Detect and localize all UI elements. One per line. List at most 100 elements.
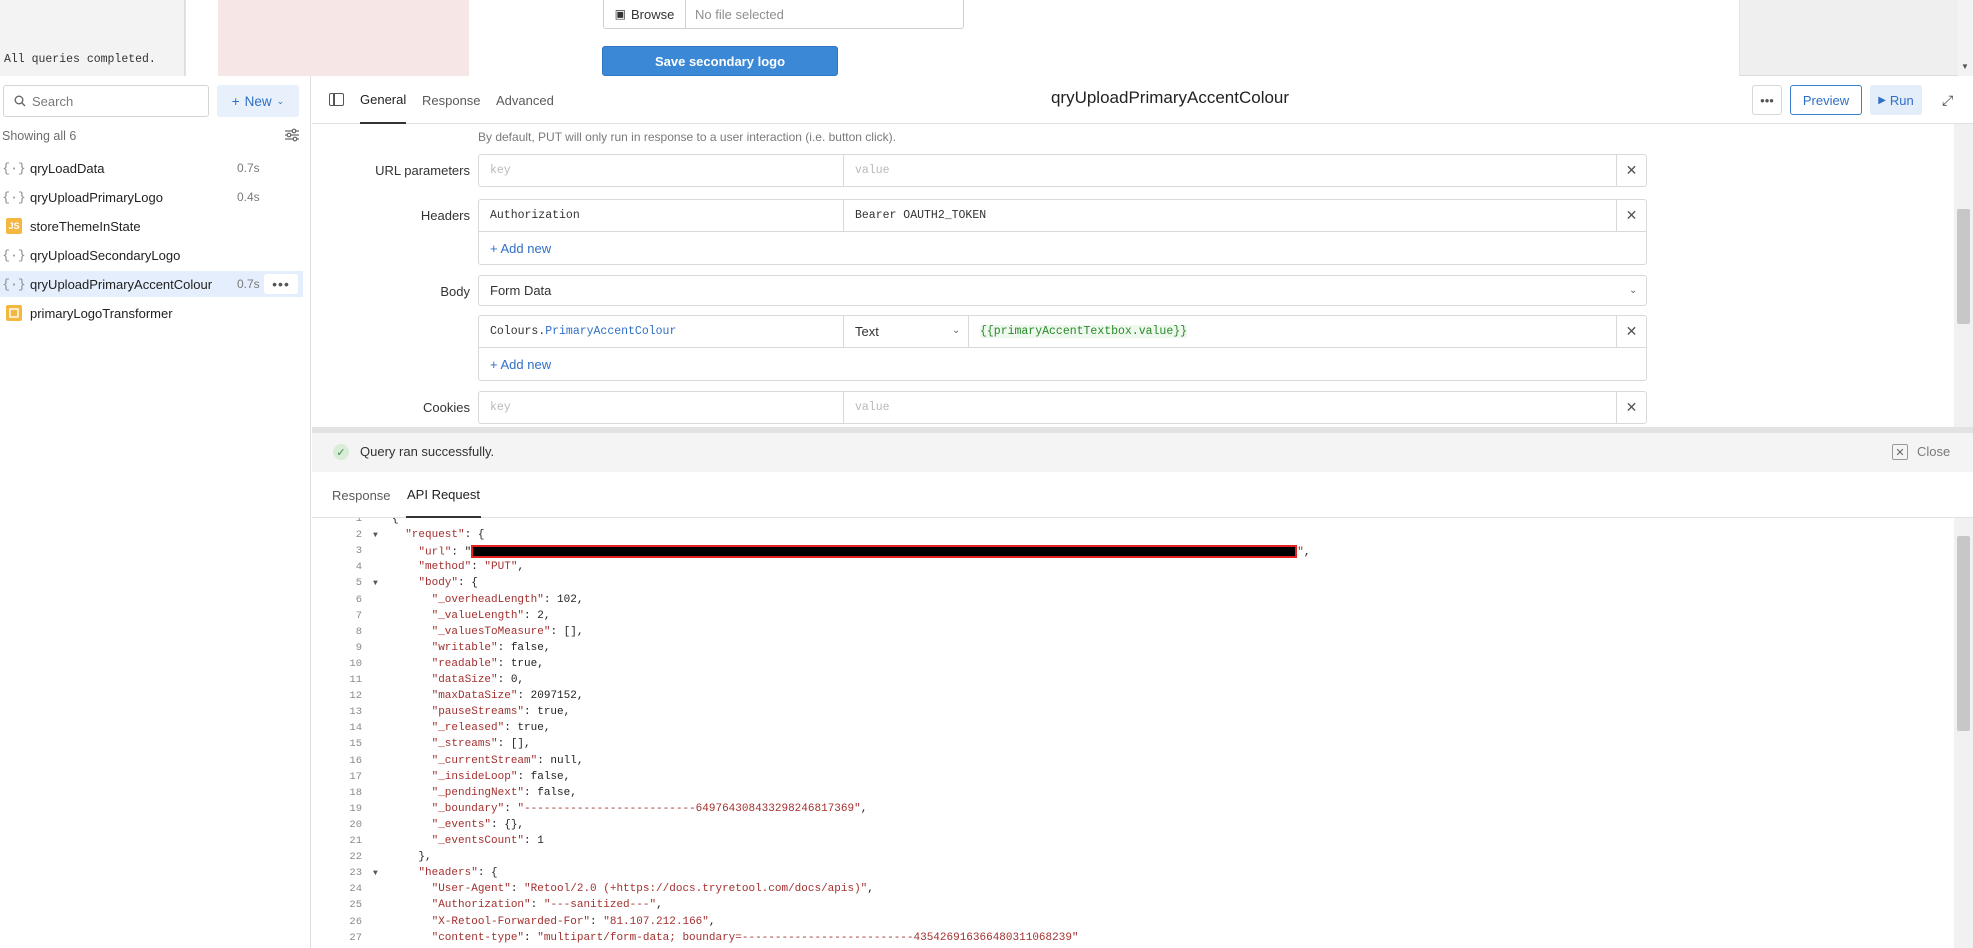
line-number: 17	[349, 770, 362, 783]
header-value-input[interactable]: Bearer OAUTH2_TOKEN	[844, 200, 1614, 231]
query-item-selected[interactable]: {·} qryUploadPrimaryAccentColour 0.7s ••…	[0, 271, 303, 297]
url-param-value-input[interactable]: value	[844, 155, 1614, 186]
browse-icon: ▣	[614, 7, 626, 21]
plus-icon: +	[231, 93, 240, 109]
remove-form-field-button[interactable]: ✕	[1616, 316, 1646, 347]
new-query-button[interactable]: + New ⌄	[217, 85, 299, 117]
line-number: 23	[349, 867, 362, 880]
form-key-input[interactable]: Colours. PrimaryAccentColour	[479, 316, 843, 347]
url-param-key-input[interactable]: key	[479, 155, 843, 186]
query-item[interactable]: {·} qryLoadData 0.7s	[0, 155, 303, 181]
search-input[interactable]: Search	[3, 85, 209, 117]
query-time: 0.4s	[237, 190, 260, 204]
fold-toggle-icon[interactable]: ▼	[373, 531, 378, 540]
line-number: 9	[355, 641, 362, 654]
form-key-suffix: PrimaryAccentColour	[545, 325, 677, 338]
cookie-value-input[interactable]: value	[844, 392, 1614, 423]
query-name: qryLoadData	[30, 160, 105, 176]
expand-icon[interactable]: ⤢	[1942, 92, 1958, 108]
line-number: 1	[355, 518, 362, 525]
run-button[interactable]: ▶ Run	[1870, 85, 1922, 115]
preview-button[interactable]: Preview	[1790, 85, 1862, 115]
add-header-button[interactable]: + Add new	[490, 241, 551, 256]
code-scroll-thumb[interactable]	[1957, 536, 1970, 731]
code-line: "_currentStream": null,	[431, 754, 584, 767]
code-line: "_eventsCount": 1	[431, 835, 544, 847]
save-secondary-logo-button[interactable]: Save secondary logo	[602, 46, 838, 76]
api-icon: {·}	[2, 189, 26, 205]
toggle-panel-icon[interactable]	[329, 93, 344, 106]
code-line: "_valueLength": 2,	[431, 609, 551, 622]
tab-general[interactable]: General	[360, 76, 407, 124]
showing-count: Showing all 6	[2, 129, 77, 143]
line-number: 25	[349, 899, 362, 912]
query-title[interactable]: qryUploadPrimaryAccentColour	[1020, 88, 1320, 108]
form-value-type: Text	[855, 324, 879, 339]
header-key-input[interactable]: Authorization	[479, 200, 843, 231]
line-number: 10	[349, 657, 362, 670]
query-more-button[interactable]: •••	[264, 274, 298, 294]
query-name: qryUploadPrimaryLogo	[30, 189, 163, 205]
fold-toggle-icon[interactable]: ▼	[373, 869, 378, 878]
code-line: "body": {	[418, 577, 478, 590]
code-line: {	[392, 518, 399, 525]
query-item[interactable]: {·} qryUploadSecondaryLogo	[0, 242, 303, 268]
fold-toggle-icon[interactable]: ▼	[373, 579, 378, 588]
code-line: "_insideLoop": false,	[431, 770, 571, 783]
line-number: 21	[349, 835, 362, 847]
form-value-input[interactable]: {{primaryAccentTextbox.value}}	[969, 316, 1614, 347]
add-form-field-button[interactable]: + Add new	[490, 357, 551, 372]
url-params-row: key value ✕	[478, 154, 1647, 187]
code-line: "_boundary": "--------------------------…	[431, 802, 868, 815]
line-number: 7	[355, 609, 362, 622]
query-name: primaryLogoTransformer	[30, 305, 173, 321]
filter-settings-icon[interactable]	[284, 128, 300, 142]
editor-scroll-thumb[interactable]	[1957, 209, 1970, 324]
close-results-button[interactable]: Close	[1917, 444, 1950, 459]
chevron-down-icon: ⌄	[276, 95, 285, 106]
scroll-down-icon: ▼	[1961, 62, 1969, 71]
line-number: 20	[349, 818, 362, 831]
headers-label: Headers	[420, 208, 470, 223]
code-line: "pauseStreams": true,	[431, 706, 571, 719]
remove-cookie-button[interactable]: ✕	[1616, 392, 1646, 423]
query-item[interactable]: JS storeThemeInState	[0, 213, 303, 239]
file-placeholder: No file selected	[695, 6, 784, 22]
query-item[interactable]: {·} qryUploadPrimaryLogo 0.4s	[0, 184, 303, 210]
line-number: 6	[355, 593, 362, 606]
query-name: qryUploadPrimaryAccentColour	[30, 276, 213, 292]
logo-preview-panel	[218, 0, 469, 76]
more-options-button[interactable]: •••	[1752, 85, 1782, 115]
tab-response-result[interactable]: Response	[332, 472, 391, 518]
body-type-select[interactable]: Form Data ⌄	[478, 275, 1647, 306]
form-value-type-select[interactable]: Text ⌄	[844, 316, 968, 347]
line-number: 18	[349, 786, 362, 799]
file-input[interactable]: ▣ Browse No file selected	[603, 0, 964, 29]
remove-header-button[interactable]: ✕	[1616, 200, 1646, 231]
form-key-prefix: Colours.	[490, 325, 546, 338]
query-name: qryUploadSecondaryLogo	[30, 247, 181, 263]
line-number: 26	[349, 915, 362, 928]
transformer-icon	[6, 305, 22, 321]
tab-response[interactable]: Response	[422, 76, 481, 124]
code-line: "url": " ",	[418, 545, 1311, 559]
divider	[479, 231, 1646, 232]
line-number: 15	[349, 738, 362, 751]
line-number: 8	[355, 625, 362, 638]
browse-button[interactable]: ▣ Browse	[604, 0, 686, 28]
divider	[479, 347, 1646, 348]
play-icon: ▶	[1878, 94, 1886, 106]
code-line: "content-type": "multipart/form-data; bo…	[431, 931, 1079, 944]
code-line: "maxDataSize": 2097152,	[431, 690, 584, 703]
close-icon[interactable]: ✕	[1892, 444, 1908, 460]
result-tabs: Response API Request	[312, 472, 1973, 518]
tab-advanced[interactable]: Advanced	[496, 76, 554, 124]
canvas-scrollbar[interactable]: ▼	[1958, 0, 1973, 76]
browse-label: Browse	[630, 6, 675, 22]
js-icon: JS	[6, 218, 22, 234]
query-item[interactable]: primaryLogoTransformer	[0, 300, 303, 326]
cookie-key-input[interactable]: key	[479, 392, 843, 423]
code-line: "headers": {	[418, 867, 498, 880]
tab-api-request[interactable]: API Request	[406, 472, 481, 518]
remove-url-param-button[interactable]: ✕	[1616, 155, 1646, 186]
